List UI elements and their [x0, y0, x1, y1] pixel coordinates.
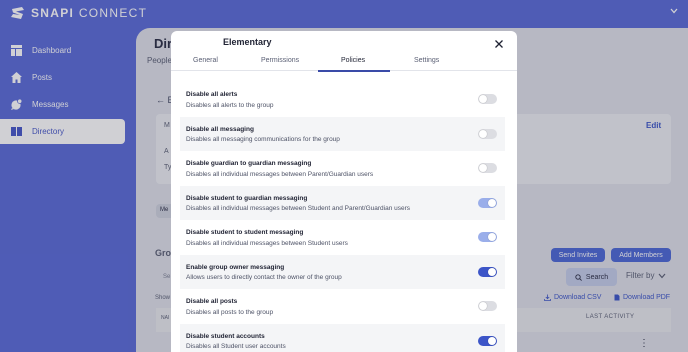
tab-policies[interactable]: Policies [341, 57, 365, 64]
toggle-knob [479, 164, 487, 172]
policy-title: Disable all messaging [186, 125, 254, 133]
close-icon[interactable] [494, 39, 504, 49]
policy-title: Disable all alerts [186, 91, 238, 98]
policy-toggle[interactable] [478, 232, 497, 242]
toggle-knob [479, 95, 487, 103]
policy-title: Disable student accounts [186, 332, 265, 340]
active-tab-indicator [318, 70, 390, 72]
policy-row: Disable all alerts Disables all alerts to… [180, 82, 505, 117]
policy-toggle[interactable] [478, 94, 497, 104]
policy-row: Disable student to guardian messaging Dis… [180, 185, 505, 220]
toggle-knob [479, 129, 487, 138]
toggle-knob [488, 267, 496, 276]
policy-description: Disables all alerts to the group [186, 101, 274, 109]
policy-description: Disables all messaging communications fo… [186, 136, 340, 143]
policy-title: Enable group owner messaging [186, 263, 285, 271]
policy-toggle[interactable] [478, 197, 497, 208]
policy-toggle[interactable] [478, 163, 497, 173]
toggle-knob [488, 198, 496, 207]
policy-description: Disables all Student user accounts [186, 343, 286, 350]
policy-title: Disable all posts [186, 298, 238, 305]
tab-general[interactable]: General [193, 57, 218, 64]
tab-settings[interactable]: Settings [414, 57, 439, 64]
modal-tabs: General Permissions Policies Settings [171, 53, 517, 72]
policy-description: Disables all individual messages between… [186, 205, 411, 212]
modal-title: Elementary [223, 37, 272, 47]
toggle-knob [479, 302, 487, 310]
policy-title: Disable student to student messaging [186, 229, 304, 236]
policy-title: Disable guardian to guardian messaging [186, 160, 312, 167]
policy-description: Disables all individual messages between… [186, 239, 348, 247]
policy-description: Allows users to directly contact the own… [186, 274, 342, 281]
policy-toggle[interactable] [478, 301, 497, 311]
policy-row: Disable all messaging Disables all messag… [180, 116, 505, 151]
group-settings-modal: Elementary General Permissions Policies … [171, 31, 517, 352]
policy-description: Disables all individual messages between… [186, 170, 374, 178]
policy-toggle[interactable] [478, 335, 497, 346]
policy-description: Disables all posts to the group [186, 308, 274, 316]
policy-row: Disable student to student messaging Disa… [180, 220, 505, 255]
policy-row: Enable group owner messaging Allows users… [180, 254, 505, 289]
toggle-knob [488, 233, 496, 241]
tab-permissions[interactable]: Permissions [261, 57, 299, 64]
policy-row: Disable guardian to guardian messaging Di… [180, 151, 505, 186]
policy-toggle[interactable] [478, 266, 497, 277]
toggle-knob [488, 336, 496, 345]
policy-row: Disable all posts Disables all posts to t… [180, 289, 505, 324]
policy-title: Disable student to guardian messaging [186, 194, 308, 202]
policy-row: Disable student accounts Disables all Stu… [180, 323, 505, 352]
policy-toggle[interactable] [478, 128, 497, 139]
